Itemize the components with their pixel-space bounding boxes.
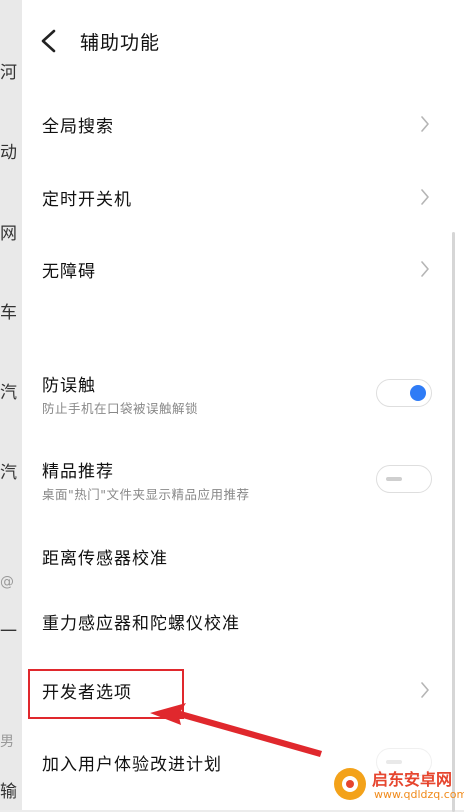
setting-description: 防止手机在口袋被误触解锁 [42,401,199,416]
background-text: 河 [0,63,17,83]
setting-label: 重力感应器和陀螺仪校准 [42,614,240,634]
background-app-strip: 河 动 网 车 汽 汽 @ 一 男 输 [0,0,22,810]
background-text: @ [0,574,14,590]
watermark-emblem-icon [334,768,366,800]
background-text: 一 [0,622,17,642]
scrollbar[interactable] [452,232,455,812]
background-text: 汽 [0,383,17,403]
toggle-knob [386,760,402,764]
setting-row-anti-mistouch[interactable]: 防误触 防止手机在口袋被误触解锁 [22,360,464,432]
watermark-logo: 启东安卓网 www.qdldzq.com [334,766,464,808]
chevron-right-icon [421,116,429,132]
background-text: 男 [0,734,14,750]
page-title: 辅助功能 [80,32,161,54]
setting-label: 防误触 [42,376,96,396]
setting-row-recommended-apps[interactable]: 精品推荐 桌面"热门"文件夹显示精品应用推荐 [22,444,464,516]
setting-label: 全局搜索 [42,117,114,137]
anti-mistouch-toggle[interactable] [376,379,432,407]
setting-label: 加入用户体验改进计划 [42,755,222,775]
background-text: 汽 [0,463,17,483]
setting-row-proximity-calibration[interactable]: 距离传感器校准 [22,524,464,588]
back-arrow-icon[interactable] [38,28,60,54]
setting-row-global-search[interactable]: 全局搜索 [22,92,464,156]
highlight-box [28,669,184,719]
setting-label: 无障碍 [42,262,96,282]
chevron-right-icon [421,189,429,205]
setting-description: 桌面"热门"文件夹显示精品应用推荐 [42,487,250,502]
background-text: 网 [0,224,17,244]
setting-row-scheduled-power[interactable]: 定时开关机 [22,165,464,229]
toggle-knob [386,477,402,481]
background-text: 输 [0,782,17,802]
background-text: 动 [0,143,17,163]
setting-row-gyroscope-calibration[interactable]: 重力感应器和陀螺仪校准 [22,589,464,653]
recommended-apps-toggle[interactable] [376,465,432,493]
toggle-knob [410,385,426,401]
chevron-right-icon [421,261,429,277]
setting-label: 定时开关机 [42,190,132,210]
watermark-name: 启东安卓网 [372,770,453,789]
setting-label: 精品推荐 [42,462,114,482]
header-bar: 辅助功能 [22,0,464,82]
watermark-url: www.qdldzq.com [374,788,464,801]
setting-row-accessibility[interactable]: 无障碍 [22,237,464,301]
setting-label: 距离传感器校准 [42,549,168,569]
background-text: 车 [0,303,17,323]
chevron-right-icon [421,682,429,698]
